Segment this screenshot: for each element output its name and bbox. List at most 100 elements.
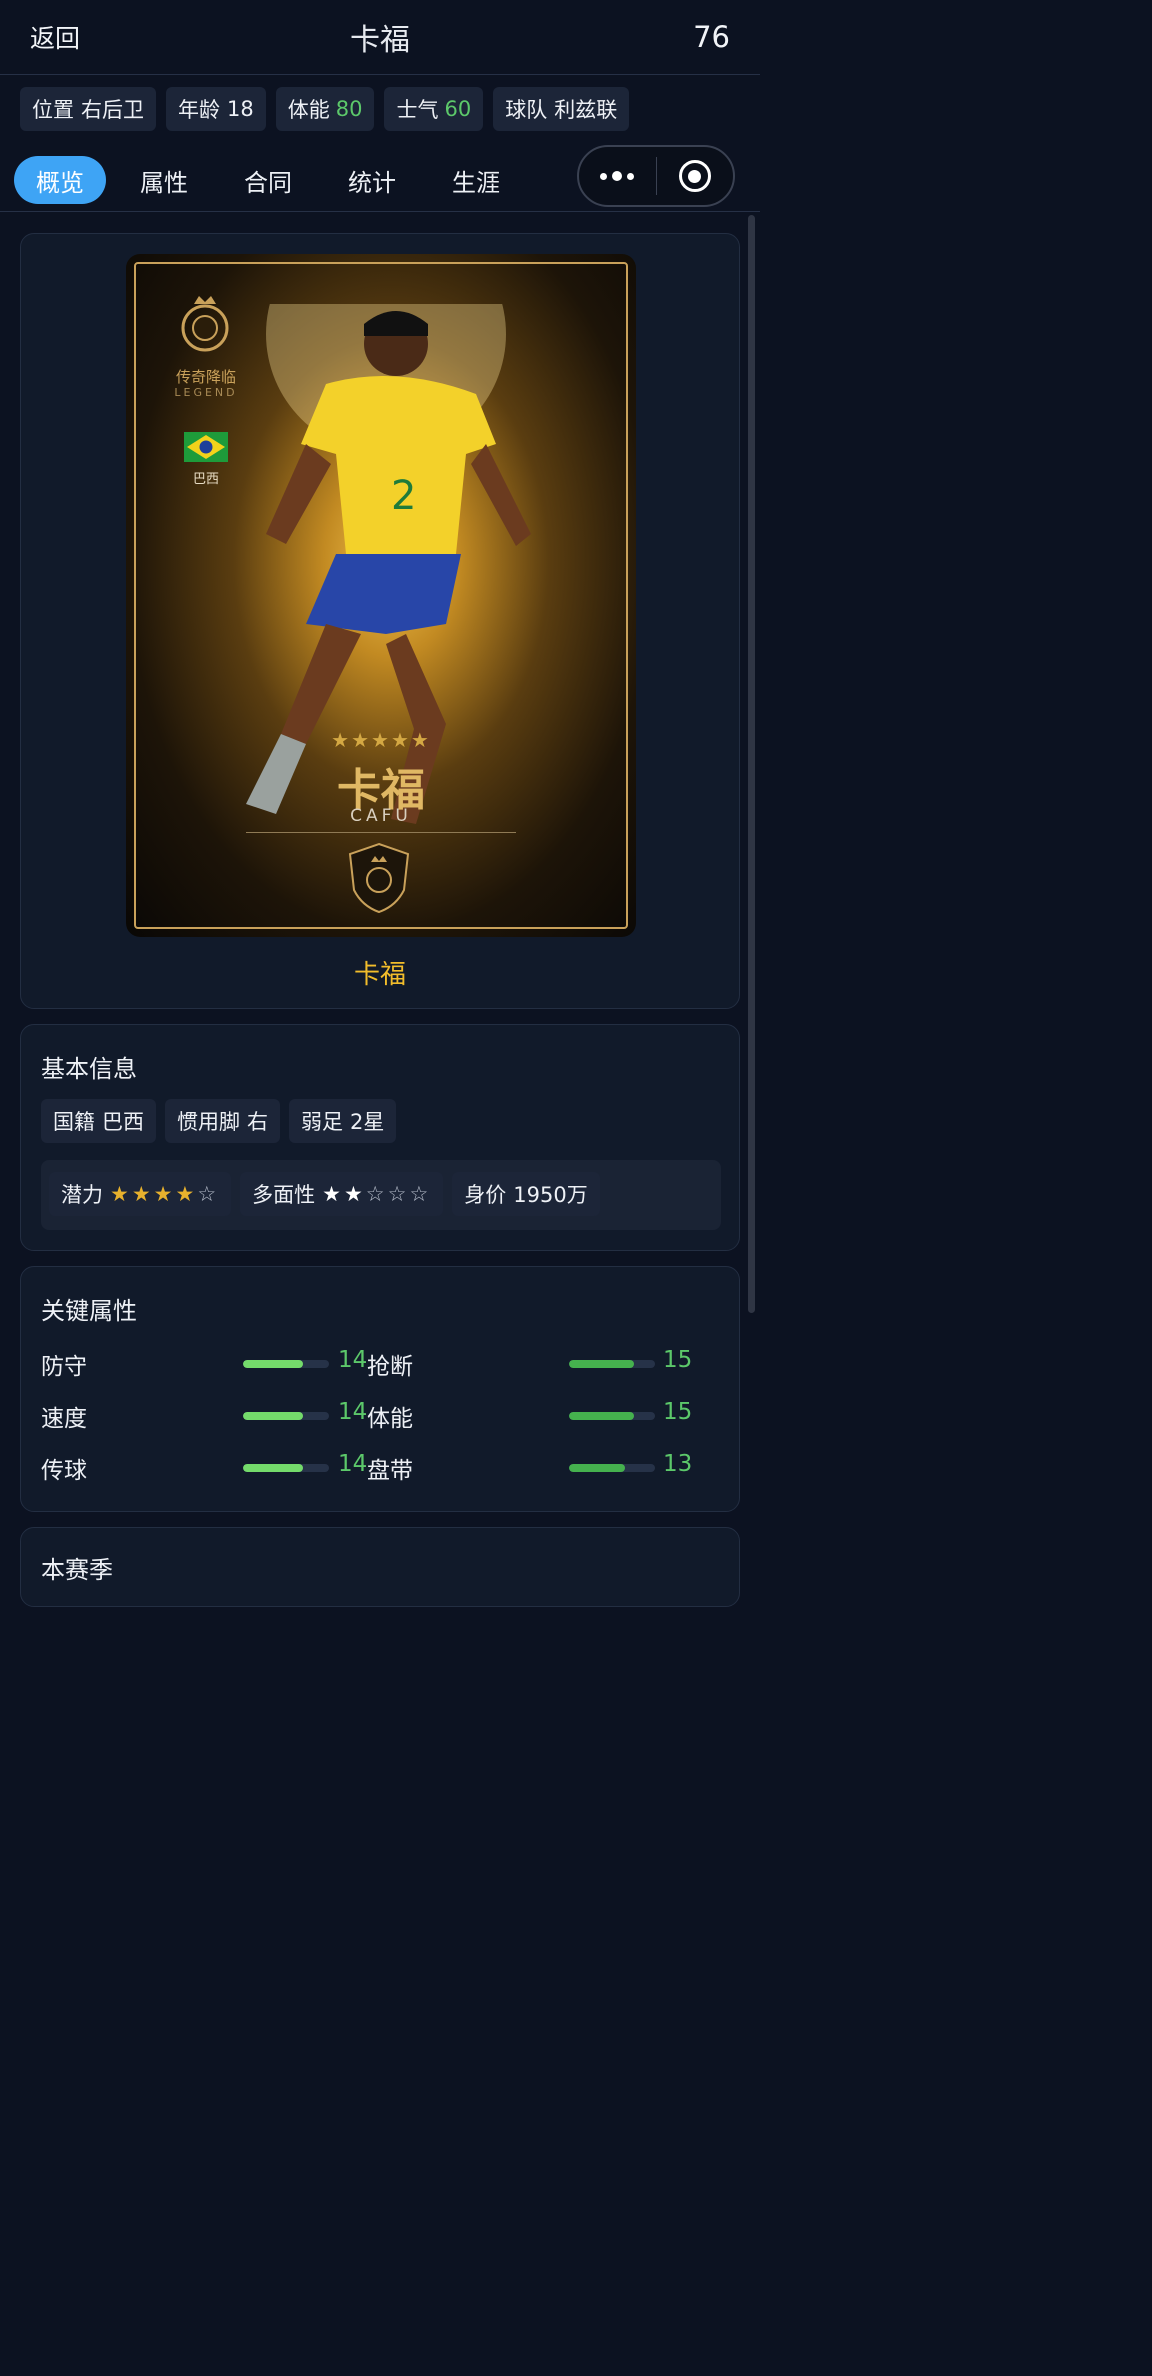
- attribute-value: 13: [663, 1451, 693, 1477]
- attribute-label: 体能: [367, 1406, 413, 1432]
- season-panel: 本赛季: [20, 1527, 740, 1607]
- stamina-label: 体能: [287, 98, 330, 122]
- potential-chip: 潜力 ★ ★ ★ ★ ☆: [49, 1172, 232, 1216]
- stamina-chip: 体能 80: [275, 87, 375, 131]
- season-title: 本赛季: [41, 1556, 113, 1584]
- weak-foot-value: 2星: [350, 1110, 385, 1134]
- versatility-stars: ★ ★ ☆ ☆ ☆: [322, 1182, 431, 1206]
- overall-rating: 76: [693, 20, 730, 54]
- key-attributes-panel: 关键属性 防守 14 抢断 15 速度 14 体能 15 传球 14 盘带 13: [20, 1266, 740, 1512]
- header-divider: [0, 211, 760, 212]
- star-filled-icon: ★: [110, 1182, 129, 1206]
- age-chip: 年龄 18: [166, 87, 266, 131]
- preferred-foot-value: 右: [247, 1110, 268, 1134]
- position-value: 右后卫: [81, 98, 144, 122]
- potential-stars: ★ ★ ★ ★ ☆: [110, 1182, 219, 1206]
- morale-value: 60: [444, 97, 472, 121]
- attribute-row: 传球 14 盘带 13: [41, 1447, 721, 1487]
- potential-label: 潜力: [61, 1183, 103, 1207]
- attribute-value: 15: [663, 1399, 693, 1425]
- attribute-bar: [243, 1464, 329, 1472]
- close-miniprogram-button[interactable]: [657, 160, 734, 192]
- more-menu-button[interactable]: [579, 171, 656, 181]
- attribute-bar: [569, 1412, 655, 1420]
- attribute-row: 防守 14 抢断 15: [41, 1343, 721, 1383]
- basic-info-panel: 基本信息 国籍 巴西 惯用脚 右 弱足 2星 潜力 ★ ★ ★ ★ ☆ 多面性 ★ ★ ☆ ☆…: [20, 1024, 740, 1251]
- back-button[interactable]: 返回: [30, 19, 80, 55]
- key-attributes-title: 关键属性: [41, 1297, 137, 1325]
- summary-chips: 位置 右后卫 年龄 18 体能 80 士气 60 球队 利兹联: [20, 87, 630, 131]
- age-value: 18: [227, 97, 254, 121]
- svg-text:2: 2: [391, 473, 416, 519]
- tab-stats[interactable]: 统计: [326, 156, 418, 204]
- market-value-label: 身价: [464, 1183, 507, 1207]
- team-value: 利兹联: [554, 98, 618, 122]
- attribute-value: 14: [338, 1399, 368, 1425]
- attribute-label: 速度: [41, 1406, 87, 1432]
- page-title: 卡福: [350, 23, 410, 58]
- attribute-label: 防守: [41, 1354, 87, 1380]
- weak-foot-label: 弱足: [301, 1110, 343, 1134]
- versatility-label: 多面性: [252, 1183, 316, 1207]
- target-icon: [678, 160, 711, 192]
- preferred-foot-label: 惯用脚: [177, 1110, 240, 1134]
- basic-info-title: 基本信息: [41, 1055, 137, 1083]
- star-filled-icon: ★: [131, 1182, 151, 1206]
- star-empty-icon: ☆: [197, 1182, 217, 1206]
- attribute-value: 14: [338, 1347, 368, 1373]
- basic-info-chips: 国籍 巴西 惯用脚 右 弱足 2星: [41, 1099, 397, 1143]
- stamina-value: 80: [335, 97, 363, 121]
- attribute-value: 14: [338, 1451, 368, 1477]
- tab-career[interactable]: 生涯: [430, 156, 522, 204]
- attribute-bar: [243, 1360, 329, 1368]
- star-empty-icon: ☆: [387, 1182, 407, 1206]
- ratings-chips: 潜力 ★ ★ ★ ★ ☆ 多面性 ★ ★ ☆ ☆ ☆ 身价 1950万: [49, 1172, 600, 1216]
- market-value: 1950万: [513, 1183, 588, 1207]
- preferred-foot-chip: 惯用脚 右: [165, 1099, 280, 1143]
- attribute-label: 传球: [41, 1458, 87, 1484]
- versatility-chip: 多面性 ★ ★ ☆ ☆ ☆: [240, 1172, 444, 1216]
- shield-badge-icon: [348, 842, 410, 914]
- tab-overview[interactable]: 概览: [14, 156, 106, 204]
- attribute-label: 抢断: [367, 1354, 413, 1380]
- team-label: 球队: [505, 98, 548, 122]
- market-value-chip: 身价 1950万: [452, 1172, 600, 1216]
- star-filled-icon: ★: [343, 1182, 363, 1206]
- star-filled-icon: ★: [175, 1182, 195, 1206]
- nationality-label: 国籍: [53, 1110, 95, 1134]
- star-empty-icon: ☆: [365, 1182, 385, 1206]
- tab-bar: 概览 属性 合同 统计 生涯: [14, 156, 522, 204]
- position-label: 位置: [32, 98, 74, 122]
- star-filled-icon: ★: [322, 1182, 341, 1206]
- more-icon-right: [627, 172, 635, 180]
- more-icon: [600, 172, 608, 180]
- player-card-image: 传奇降临 LEGEND 巴西 2 ★★★★★ 卡福 CAFU: [126, 254, 636, 937]
- morale-chip: 士气 60: [384, 87, 484, 131]
- attribute-row: 速度 14 体能 15: [41, 1395, 721, 1435]
- position-chip: 位置 右后卫: [20, 87, 156, 131]
- star-empty-icon: ☆: [409, 1182, 429, 1206]
- tab-contract[interactable]: 合同: [222, 156, 314, 204]
- nationality-value: 巴西: [102, 1110, 144, 1134]
- miniprogram-capsule: [577, 145, 735, 207]
- age-label: 年龄: [178, 98, 220, 122]
- player-card-panel: 传奇降临 LEGEND 巴西 2 ★★★★★ 卡福 CAFU 卡福: [20, 233, 740, 1009]
- top-bar: 返回 卡福 76: [0, 0, 760, 75]
- morale-label: 士气: [396, 98, 439, 122]
- tab-attributes[interactable]: 属性: [118, 156, 210, 204]
- attribute-bar: [243, 1412, 329, 1420]
- more-icon-center: [612, 171, 623, 181]
- card-player-name-en: CAFU: [350, 806, 412, 826]
- weak-foot-chip: 弱足 2星: [289, 1099, 397, 1143]
- card-rating-stars: ★★★★★: [331, 728, 431, 752]
- star-filled-icon: ★: [153, 1182, 173, 1206]
- attribute-bar: [569, 1464, 655, 1472]
- attribute-label: 盘带: [367, 1458, 413, 1484]
- ratings-box: 潜力 ★ ★ ★ ★ ☆ 多面性 ★ ★ ☆ ☆ ☆ 身价 1950万: [41, 1160, 721, 1230]
- attribute-value: 15: [663, 1347, 693, 1373]
- player-name-caption: 卡福: [353, 960, 406, 990]
- card-divider: [246, 832, 516, 833]
- team-chip: 球队 利兹联: [493, 87, 630, 131]
- scrollbar[interactable]: [748, 215, 755, 1313]
- nationality-chip: 国籍 巴西: [41, 1099, 156, 1143]
